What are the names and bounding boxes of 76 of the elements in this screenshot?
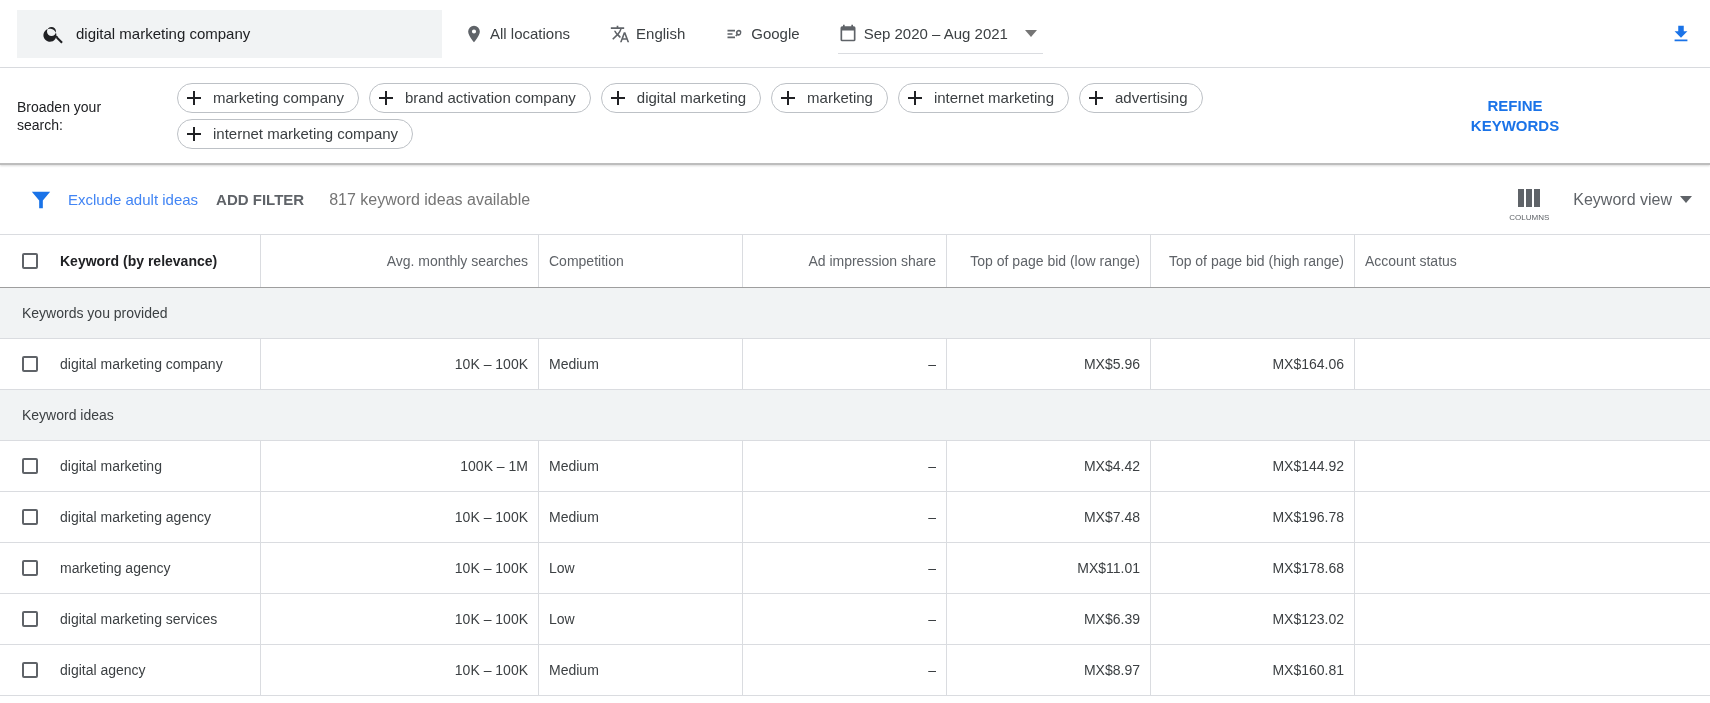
table-cell: – bbox=[928, 458, 936, 474]
keyword-cell: digital marketing agency bbox=[60, 509, 211, 525]
checkbox[interactable] bbox=[22, 458, 38, 474]
table-cell: Low bbox=[549, 560, 575, 576]
table-cell: Low bbox=[549, 611, 575, 627]
group-title: Keyword ideas bbox=[22, 407, 114, 423]
plus-icon bbox=[1089, 90, 1103, 105]
column-header[interactable]: Ad impression share bbox=[808, 252, 936, 270]
table-cell: MX$164.06 bbox=[1272, 356, 1344, 372]
column-header[interactable]: Keyword (by relevance) bbox=[60, 252, 218, 270]
table-cell: MX$144.92 bbox=[1272, 458, 1344, 474]
plus-icon bbox=[907, 90, 922, 105]
date-range-dropdown[interactable]: Sep 2020 – Aug 2021 bbox=[837, 13, 1043, 54]
plus-icon bbox=[187, 126, 201, 141]
keyword-count: 817 keyword ideas available bbox=[329, 190, 531, 209]
exclude-adult-ideas-link[interactable]: Exclude adult ideas bbox=[68, 191, 199, 208]
column-header[interactable]: Top of page bid (low range) bbox=[970, 252, 1140, 270]
table-cell: MX$6.39 bbox=[1083, 611, 1140, 627]
checkbox[interactable] bbox=[22, 253, 38, 269]
refine-keywords-button[interactable]: REFINE KEYWORDS bbox=[1460, 95, 1570, 136]
caret-icon bbox=[1024, 29, 1037, 37]
group-title: Keywords you provided bbox=[22, 305, 168, 321]
keyword-view-dropdown[interactable]: Keyword view bbox=[1573, 190, 1692, 209]
translate-icon[interactable] bbox=[610, 23, 631, 44]
table-cell: – bbox=[928, 509, 936, 525]
language-selector[interactable]: English bbox=[636, 25, 686, 42]
keyword-cell: digital marketing services bbox=[60, 611, 218, 627]
table-cell: 10K – 100K bbox=[454, 356, 528, 372]
table-cell: MX$123.02 bbox=[1272, 611, 1344, 627]
plus-icon bbox=[378, 90, 393, 105]
table-cell: Medium bbox=[549, 509, 599, 525]
checkbox[interactable] bbox=[22, 356, 38, 372]
table-cell: MX$7.48 bbox=[1083, 509, 1140, 525]
table-cell: MX$4.42 bbox=[1083, 458, 1140, 474]
table-cell: MX$196.78 bbox=[1272, 509, 1344, 525]
broaden-label: Broaden your search: bbox=[17, 97, 103, 134]
table-cell: Medium bbox=[549, 458, 599, 474]
table-cell: 10K – 100K bbox=[454, 560, 528, 576]
table-cell: MX$8.97 bbox=[1083, 662, 1140, 678]
table-cell: MX$11.01 bbox=[1077, 560, 1140, 576]
table-cell: MX$160.81 bbox=[1272, 662, 1344, 678]
table-cell: 100K – 1M bbox=[460, 458, 528, 474]
network-selector[interactable]: Google bbox=[751, 25, 800, 42]
checkbox[interactable] bbox=[22, 560, 38, 576]
plus-icon bbox=[610, 90, 625, 105]
table-cell: Medium bbox=[549, 662, 599, 678]
location-selector[interactable]: All locations bbox=[490, 25, 571, 42]
column-header[interactable]: Avg. monthly searches bbox=[386, 252, 528, 270]
keyword-cell: digital marketing bbox=[60, 458, 162, 474]
table-cell: – bbox=[928, 662, 936, 678]
table-cell: MX$178.68 bbox=[1272, 560, 1344, 576]
keyword-cell: digital marketing company bbox=[60, 356, 223, 372]
caret-icon bbox=[1680, 196, 1692, 203]
table-cell: – bbox=[928, 611, 936, 627]
table-cell: MX$5.96 bbox=[1083, 356, 1140, 372]
plus-icon bbox=[187, 90, 201, 105]
column-header[interactable]: Top of page bid (high range) bbox=[1168, 252, 1344, 270]
column-header[interactable]: Account status bbox=[1365, 252, 1457, 270]
add-filter-button[interactable]: ADD FILTER bbox=[216, 191, 305, 208]
table-cell: 10K – 100K bbox=[454, 611, 528, 627]
checkbox[interactable] bbox=[22, 611, 38, 627]
table-cell: 10K – 100K bbox=[454, 509, 528, 525]
checkbox[interactable] bbox=[22, 662, 38, 678]
plus-icon bbox=[781, 90, 796, 105]
table-cell: 10K – 100K bbox=[454, 662, 528, 678]
checkbox[interactable] bbox=[22, 509, 38, 525]
columns-button[interactable]: COLUMNS bbox=[1509, 189, 1550, 222]
columns-icon bbox=[1518, 189, 1541, 207]
table-cell: – bbox=[928, 356, 936, 372]
keyword-cell: digital agency bbox=[60, 662, 146, 678]
keyword-cell: marketing agency bbox=[60, 560, 171, 576]
date-range-value: Sep 2020 – Aug 2021 bbox=[863, 24, 1008, 42]
table-cell: – bbox=[928, 560, 936, 576]
table-cell: Medium bbox=[549, 356, 599, 372]
search-field[interactable]: digital marketing company bbox=[17, 9, 442, 58]
column-header[interactable]: Competition bbox=[549, 252, 624, 270]
